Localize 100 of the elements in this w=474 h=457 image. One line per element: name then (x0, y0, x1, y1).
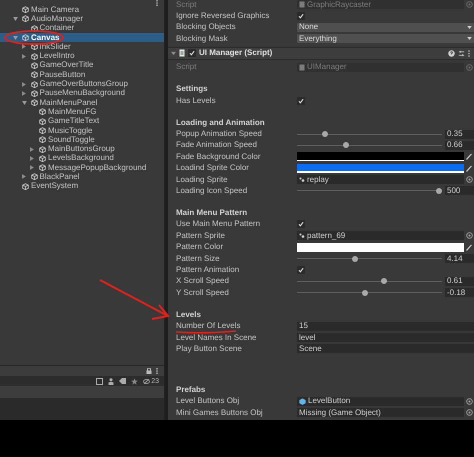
hierarchy-item[interactable]: LevelsBackground (0, 154, 164, 164)
cube-icon (30, 43, 38, 50)
prefab-icon (299, 398, 306, 405)
scene-icon[interactable] (96, 378, 104, 384)
collapsed-arrow-icon[interactable] (22, 44, 26, 50)
number-field[interactable]: 4.14 (445, 254, 474, 264)
expanded-arrow-icon[interactable] (22, 100, 26, 105)
expanded-arrow-icon[interactable] (13, 36, 18, 40)
star-icon[interactable] (131, 378, 138, 384)
hierarchy-item[interactable]: GameOverTitle (0, 60, 164, 70)
component-header[interactable]: UI Manager (Script) (168, 46, 474, 60)
field-label: Ignore Reversed Graphics (176, 12, 270, 20)
hierarchy-item[interactable]: MainMenuPanel (0, 98, 164, 108)
hierarchy-item[interactable]: MessagePopupBackground (0, 163, 164, 172)
lock-icon[interactable] (146, 368, 152, 374)
eyedropper-icon[interactable] (466, 244, 472, 251)
sliders-icon[interactable] (458, 50, 465, 57)
checkbox[interactable] (297, 220, 305, 228)
hierarchy-item[interactable]: Main Camera (0, 5, 164, 14)
slider-thumb[interactable] (436, 188, 442, 194)
cube-icon (39, 118, 46, 125)
dropdown[interactable]: None (297, 22, 474, 32)
help-icon[interactable] (448, 50, 455, 57)
number-field[interactable]: 0.66 (445, 140, 474, 150)
checkbox[interactable] (188, 49, 196, 58)
color-field[interactable] (297, 152, 464, 162)
field-label: Level Buttons Obj (176, 397, 240, 406)
item-label: MainMenuPanel (40, 98, 98, 107)
text-field[interactable]: Scene (297, 344, 474, 354)
slider[interactable] (297, 278, 442, 285)
slider-thumb[interactable] (381, 278, 387, 284)
object-field[interactable]: LevelButton (297, 396, 464, 406)
dropdown[interactable]: Everything (297, 34, 474, 44)
item-label: MessagePopupBackground (48, 164, 146, 172)
field-label: Play Button Scene (176, 344, 243, 353)
tag-icon[interactable] (119, 378, 126, 384)
hierarchy-item[interactable]: SoundToggle (0, 135, 164, 144)
hierarchy-item[interactable]: MainMenuFG (0, 107, 164, 117)
checkbox[interactable] (297, 96, 305, 105)
object-field[interactable]: replay (297, 175, 464, 184)
hierarchy-item[interactable]: GameOverButtonsGroup (0, 79, 164, 89)
hierarchy-item[interactable]: PauseMenuBackground (0, 88, 164, 98)
sprite-icon (299, 232, 305, 239)
collapsed-arrow-icon[interactable] (22, 174, 26, 180)
collapsed-arrow-icon[interactable] (30, 165, 34, 170)
hierarchy-item[interactable]: GameTitleText (0, 116, 164, 126)
field-label: Pattern Size (176, 254, 221, 263)
hierarchy-item[interactable]: PauseButton (0, 70, 164, 80)
hierarchy-item[interactable]: Container (0, 24, 164, 33)
checkbox[interactable] (297, 266, 305, 274)
slider-thumb[interactable] (352, 256, 358, 262)
color-field[interactable] (297, 242, 464, 252)
slider[interactable] (297, 187, 442, 194)
color-field[interactable] (297, 164, 464, 173)
field-label: Number Of Levels (176, 322, 242, 330)
hierarchy-item[interactable]: BlackPanel (0, 172, 164, 182)
number-field[interactable]: 0.35 (445, 130, 474, 139)
expanded-arrow-icon[interactable] (171, 50, 176, 56)
collapsed-arrow-icon[interactable] (30, 156, 34, 161)
section-header: Levels (176, 310, 201, 319)
cube-icon (22, 34, 29, 42)
slider[interactable] (297, 289, 442, 296)
collapsed-arrow-icon[interactable] (22, 90, 26, 96)
text-field[interactable]: level (297, 333, 474, 342)
slider[interactable] (297, 142, 442, 149)
hierarchy-item[interactable]: EventSystem (0, 182, 164, 191)
target-icon[interactable] (466, 232, 472, 240)
slider[interactable] (297, 255, 442, 262)
text-field[interactable]: 15 (297, 322, 474, 331)
hierarchy-item[interactable]: LevelIntro (0, 51, 164, 61)
annotation-arrow (100, 279, 170, 320)
expanded-arrow-icon[interactable] (13, 16, 18, 21)
item-label: SoundToggle (48, 136, 95, 144)
sprite-icon (299, 176, 305, 183)
slider-thumb[interactable] (322, 131, 328, 138)
collapsed-arrow-icon[interactable] (22, 54, 26, 59)
target-icon[interactable] (466, 176, 472, 184)
hierarchy-item[interactable]: Canvas (0, 32, 164, 42)
checkbox[interactable] (297, 12, 305, 20)
caret-icon (467, 37, 472, 40)
number-field[interactable]: 500 (445, 186, 474, 196)
slider[interactable] (297, 130, 442, 138)
hierarchy-item[interactable]: InkSlider (0, 42, 164, 52)
object-field[interactable]: Missing (Game Object) (297, 408, 464, 418)
number-field[interactable]: -0.18 (445, 288, 474, 298)
collapsed-arrow-icon[interactable] (30, 146, 34, 152)
person-icon[interactable] (108, 378, 114, 384)
collapsed-arrow-icon[interactable] (22, 82, 26, 87)
section-header: Settings (176, 85, 208, 94)
slider-thumb[interactable] (362, 290, 368, 296)
number-field[interactable]: 0.61 (445, 276, 474, 286)
cube-icon (30, 173, 38, 180)
hierarchy-item[interactable]: MusicToggle (0, 126, 164, 136)
hierarchy-item[interactable]: AudioManager (0, 14, 164, 24)
section-header: Main Menu Pattern (176, 209, 248, 218)
object-field[interactable]: pattern_69 (297, 231, 464, 240)
field-label: Fade Animation Speed (176, 141, 258, 150)
slider-thumb[interactable] (343, 142, 350, 148)
cube-icon (22, 15, 29, 22)
hierarchy-item[interactable]: MainButtonsGroup (0, 144, 164, 154)
